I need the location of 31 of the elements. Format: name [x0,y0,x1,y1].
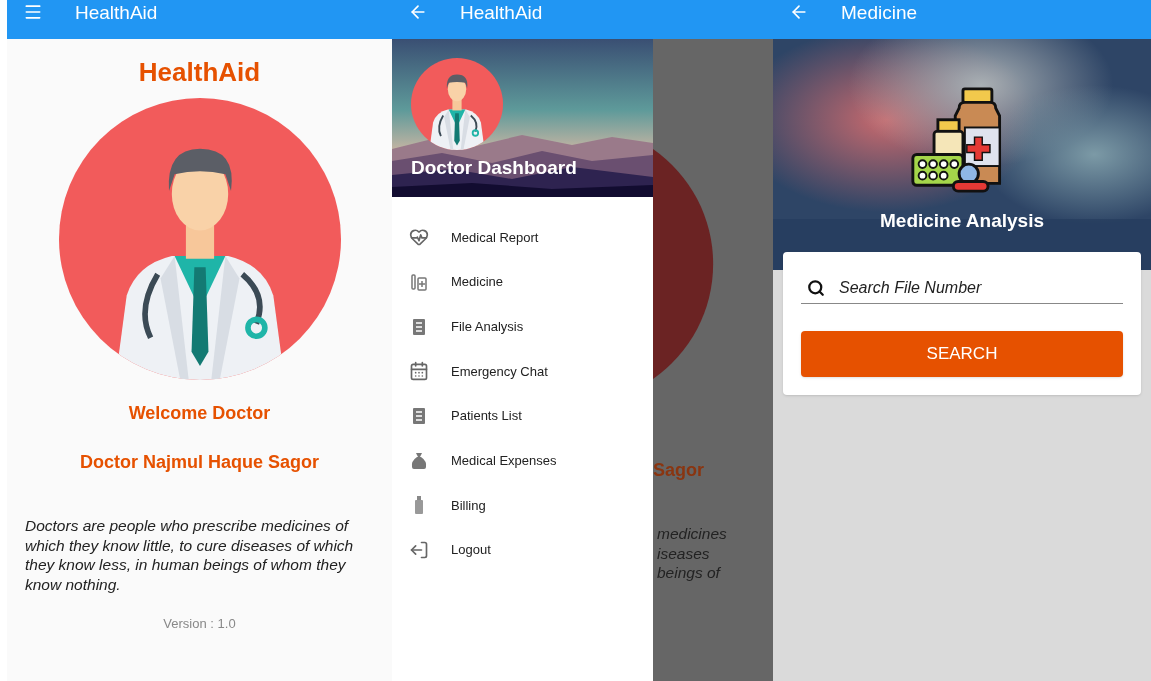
app-bar-title: HealthAid [460,2,543,24]
money-bag-icon [409,450,429,471]
drawer-title: Doctor Dashboard [411,156,578,180]
quote-text: Doctors are people who prescribe medicines of which they know little, to cure diseases of which they know less, in human beings of whom they know nothing. [25,516,355,594]
doctor-name: Doctor Najmul Haque Sagor [79,451,319,474]
logout-icon [409,540,429,561]
drawer-item[interactable]: Billing [392,483,653,528]
search-field[interactable]: Search File Number [839,276,1117,300]
heart-pulse-icon [409,227,429,248]
version-text: Version : 1.0 [163,615,236,633]
calendar-icon [409,361,429,382]
app-bar-title: Medicine [841,2,918,24]
drawer-item[interactable]: Medical Expenses [392,438,653,484]
app-bar-title: HealthAid [75,2,158,24]
backdrop-quote-fragment: beings of [657,563,722,583]
syringe-bottle-icon [409,272,429,293]
drawer-item[interactable]: Emergency Chat [392,349,653,394]
backdrop-quote-fragment: iseases [657,543,711,563]
brand-title: HealthAid [138,56,261,89]
welcome-text: Welcome Doctor [128,402,271,425]
header-title: Medicine Analysis [880,209,1044,233]
drawer-item[interactable]: Logout [392,527,653,573]
drawer-item[interactable]: File Analysis [392,304,653,350]
drawer-item[interactable]: Medicine [392,259,653,305]
backdrop-name-fragment: Sagor [653,459,705,482]
drawer-item[interactable]: Medical Report [392,215,653,260]
backdrop-quote-fragment: medicines [657,524,728,544]
menu-button[interactable] [23,2,43,22]
drawer-item[interactable]: Patients List [392,393,653,439]
search-icon [807,279,825,297]
search-button[interactable]: SEARCH [801,331,1123,377]
